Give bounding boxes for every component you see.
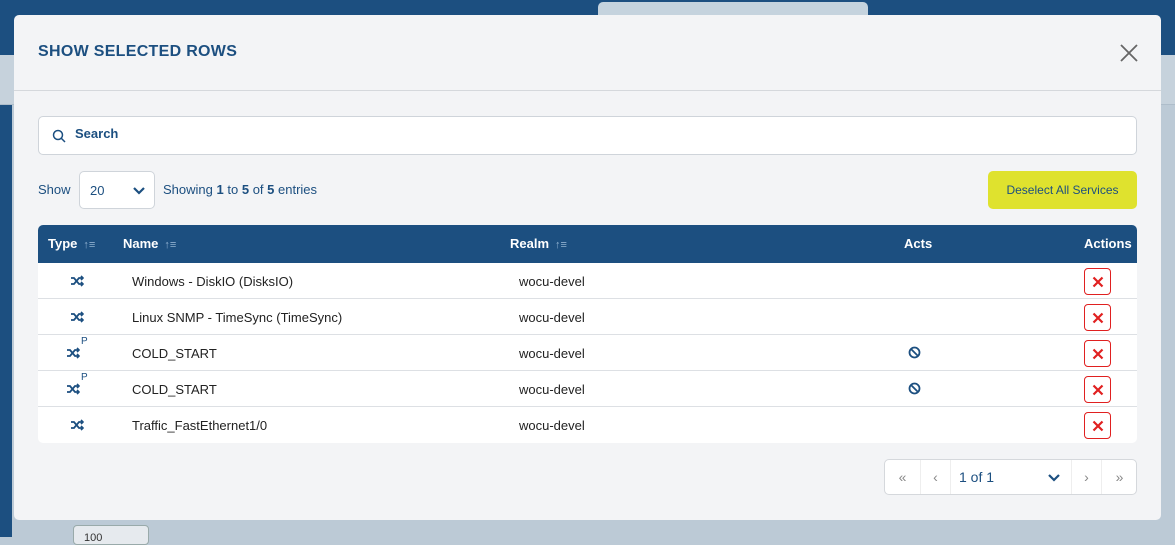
table-row: Traffic_FastEthernet1/0 wocu-devel <box>38 407 1137 443</box>
column-type[interactable]: Type ↑≡ <box>48 236 95 251</box>
row-name: COLD_START <box>132 382 217 397</box>
page-length-select[interactable]: 20 <box>79 171 155 209</box>
selected-rows-table: Type ↑≡ Name ↑≡ Realm ↑≡ Acts Actions Windo… <box>38 225 1137 443</box>
table-row: P COLD_START wocu-devel <box>38 371 1137 407</box>
show-label: Show <box>38 182 71 197</box>
row-realm: wocu-devel <box>519 346 585 361</box>
close-icon <box>1092 348 1104 360</box>
shuffle-icon <box>66 347 81 362</box>
row-name: Windows - DiskIO (DisksIO) <box>132 274 294 289</box>
divider <box>14 90 1161 91</box>
page-length-value: 20 <box>90 183 105 198</box>
chevron-down-icon <box>1048 474 1060 482</box>
prev-page-button[interactable]: ‹ <box>921 460 951 494</box>
search-input[interactable] <box>75 126 1075 141</box>
column-actions: Actions <box>1084 236 1132 251</box>
shuffle-icon <box>70 311 85 326</box>
first-page-button[interactable]: « <box>885 460 921 494</box>
table-header: Type ↑≡ Name ↑≡ Realm ↑≡ Acts Actions <box>38 225 1137 263</box>
remove-row-button[interactable] <box>1084 412 1111 439</box>
shuffle-icon <box>70 419 85 434</box>
sort-icon: ↑≡ <box>555 239 567 251</box>
sort-icon: ↑≡ <box>164 239 177 251</box>
remove-row-button[interactable] <box>1084 340 1111 367</box>
table-row: Linux SNMP - TimeSync (TimeSync) wocu-dev… <box>38 299 1137 335</box>
shuffle-icon <box>70 275 85 290</box>
sort-icon: ↑≡ <box>83 239 96 251</box>
show-selected-rows-modal: SHOW SELECTED ROWS Show 20 Showing 1 to … <box>14 15 1161 520</box>
row-realm: wocu-devel <box>519 418 585 433</box>
search-icon <box>52 129 66 143</box>
close-icon <box>1092 420 1104 432</box>
row-realm: wocu-devel <box>519 310 585 325</box>
ban-icon <box>908 382 921 398</box>
background-page-size: 100 <box>73 525 149 545</box>
deselect-all-services-button[interactable]: Deselect All Services <box>988 171 1137 209</box>
close-icon <box>1092 384 1104 396</box>
next-page-button[interactable]: › <box>1071 460 1101 494</box>
row-name: COLD_START <box>132 346 217 361</box>
ban-icon <box>908 346 921 362</box>
table-row: Windows - DiskIO (DisksIO) wocu-devel <box>38 263 1137 299</box>
remove-row-button[interactable] <box>1084 304 1111 331</box>
column-realm[interactable]: Realm ↑≡ <box>510 236 567 251</box>
shuffle-icon <box>66 383 81 398</box>
row-name: Traffic_FastEthernet1/0 <box>132 418 268 433</box>
column-name[interactable]: Name ↑≡ <box>123 236 176 251</box>
column-acts: Acts <box>904 236 933 251</box>
remove-row-button[interactable] <box>1084 268 1111 295</box>
passive-marker: P <box>81 336 88 347</box>
pagination: « ‹ 1 of 1 › » <box>884 459 1137 495</box>
table-row: P COLD_START wocu-devel <box>38 335 1137 371</box>
close-icon <box>1092 312 1104 324</box>
passive-marker: P <box>81 372 88 383</box>
modal-title: SHOW SELECTED ROWS <box>38 43 238 60</box>
search-box <box>38 116 1137 155</box>
row-name: Linux SNMP - TimeSync (TimeSync) <box>132 310 343 325</box>
last-page-button[interactable]: » <box>1101 460 1137 494</box>
page-select[interactable]: 1 of 1 <box>951 460 1071 494</box>
chevron-down-icon <box>133 187 145 195</box>
entries-info: Showing 1 to 5 of 5 entries <box>163 182 318 197</box>
row-realm: wocu-devel <box>519 382 585 397</box>
app-sidebar <box>0 105 12 537</box>
remove-row-button[interactable] <box>1084 376 1111 403</box>
close-icon[interactable] <box>1118 42 1140 64</box>
close-icon <box>1092 276 1104 288</box>
row-realm: wocu-devel <box>519 274 585 289</box>
